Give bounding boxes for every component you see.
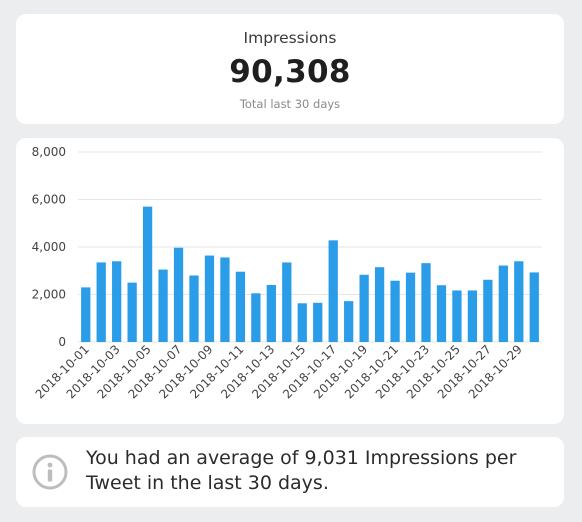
bar[interactable] [498,265,508,342]
impressions-kpi-card: Impressions 90,308 Total last 30 days [16,14,564,124]
bar[interactable] [282,262,292,342]
bar[interactable] [112,261,122,342]
bar[interactable] [421,263,431,342]
kpi-subtitle: Total last 30 days [239,97,341,111]
y-tick-label: 0 [58,335,66,349]
bar[interactable] [374,267,385,342]
y-tick-label: 4,000 [32,240,66,254]
kpi-title: Impressions [243,29,337,47]
bar[interactable] [220,257,230,342]
average-message: You had an average of 9,031 Impressions … [86,447,517,494]
average-info-card: You had an average of 9,031 Impressions … [16,437,564,507]
bar[interactable] [328,240,338,342]
kpi-value: 90,308 [229,54,351,90]
bar[interactable] [405,272,416,342]
bar[interactable] [251,293,261,342]
bar[interactable] [483,279,493,342]
bar[interactable] [81,287,91,342]
impressions-bar-chart: 02,0004,0006,0008,0002018-10-012018-10-0… [32,145,542,401]
bar[interactable] [390,280,400,342]
bar[interactable] [359,274,369,342]
bar[interactable] [313,302,323,342]
bar[interactable] [204,255,215,342]
bar[interactable] [436,285,447,342]
bar[interactable] [452,290,462,342]
y-tick-label: 6,000 [32,193,66,207]
info-icon [32,454,68,490]
bar[interactable] [158,269,168,342]
bar[interactable] [514,261,524,342]
bar[interactable] [467,290,478,342]
bar[interactable] [529,272,539,342]
bar[interactable] [266,285,276,342]
bar[interactable] [344,301,354,342]
bar[interactable] [235,271,246,342]
bar[interactable] [127,282,137,342]
y-tick-label: 8,000 [32,145,66,159]
bar[interactable] [173,247,184,342]
impressions-chart-card: 0 2,000 4,000 6,000 8,000 2018-10-01 2018-10-0… [16,138,564,424]
bar[interactable] [142,206,153,342]
y-tick-label: 2,000 [32,288,66,302]
bar[interactable] [96,262,106,342]
bar[interactable] [189,275,199,343]
bar[interactable] [297,303,307,342]
